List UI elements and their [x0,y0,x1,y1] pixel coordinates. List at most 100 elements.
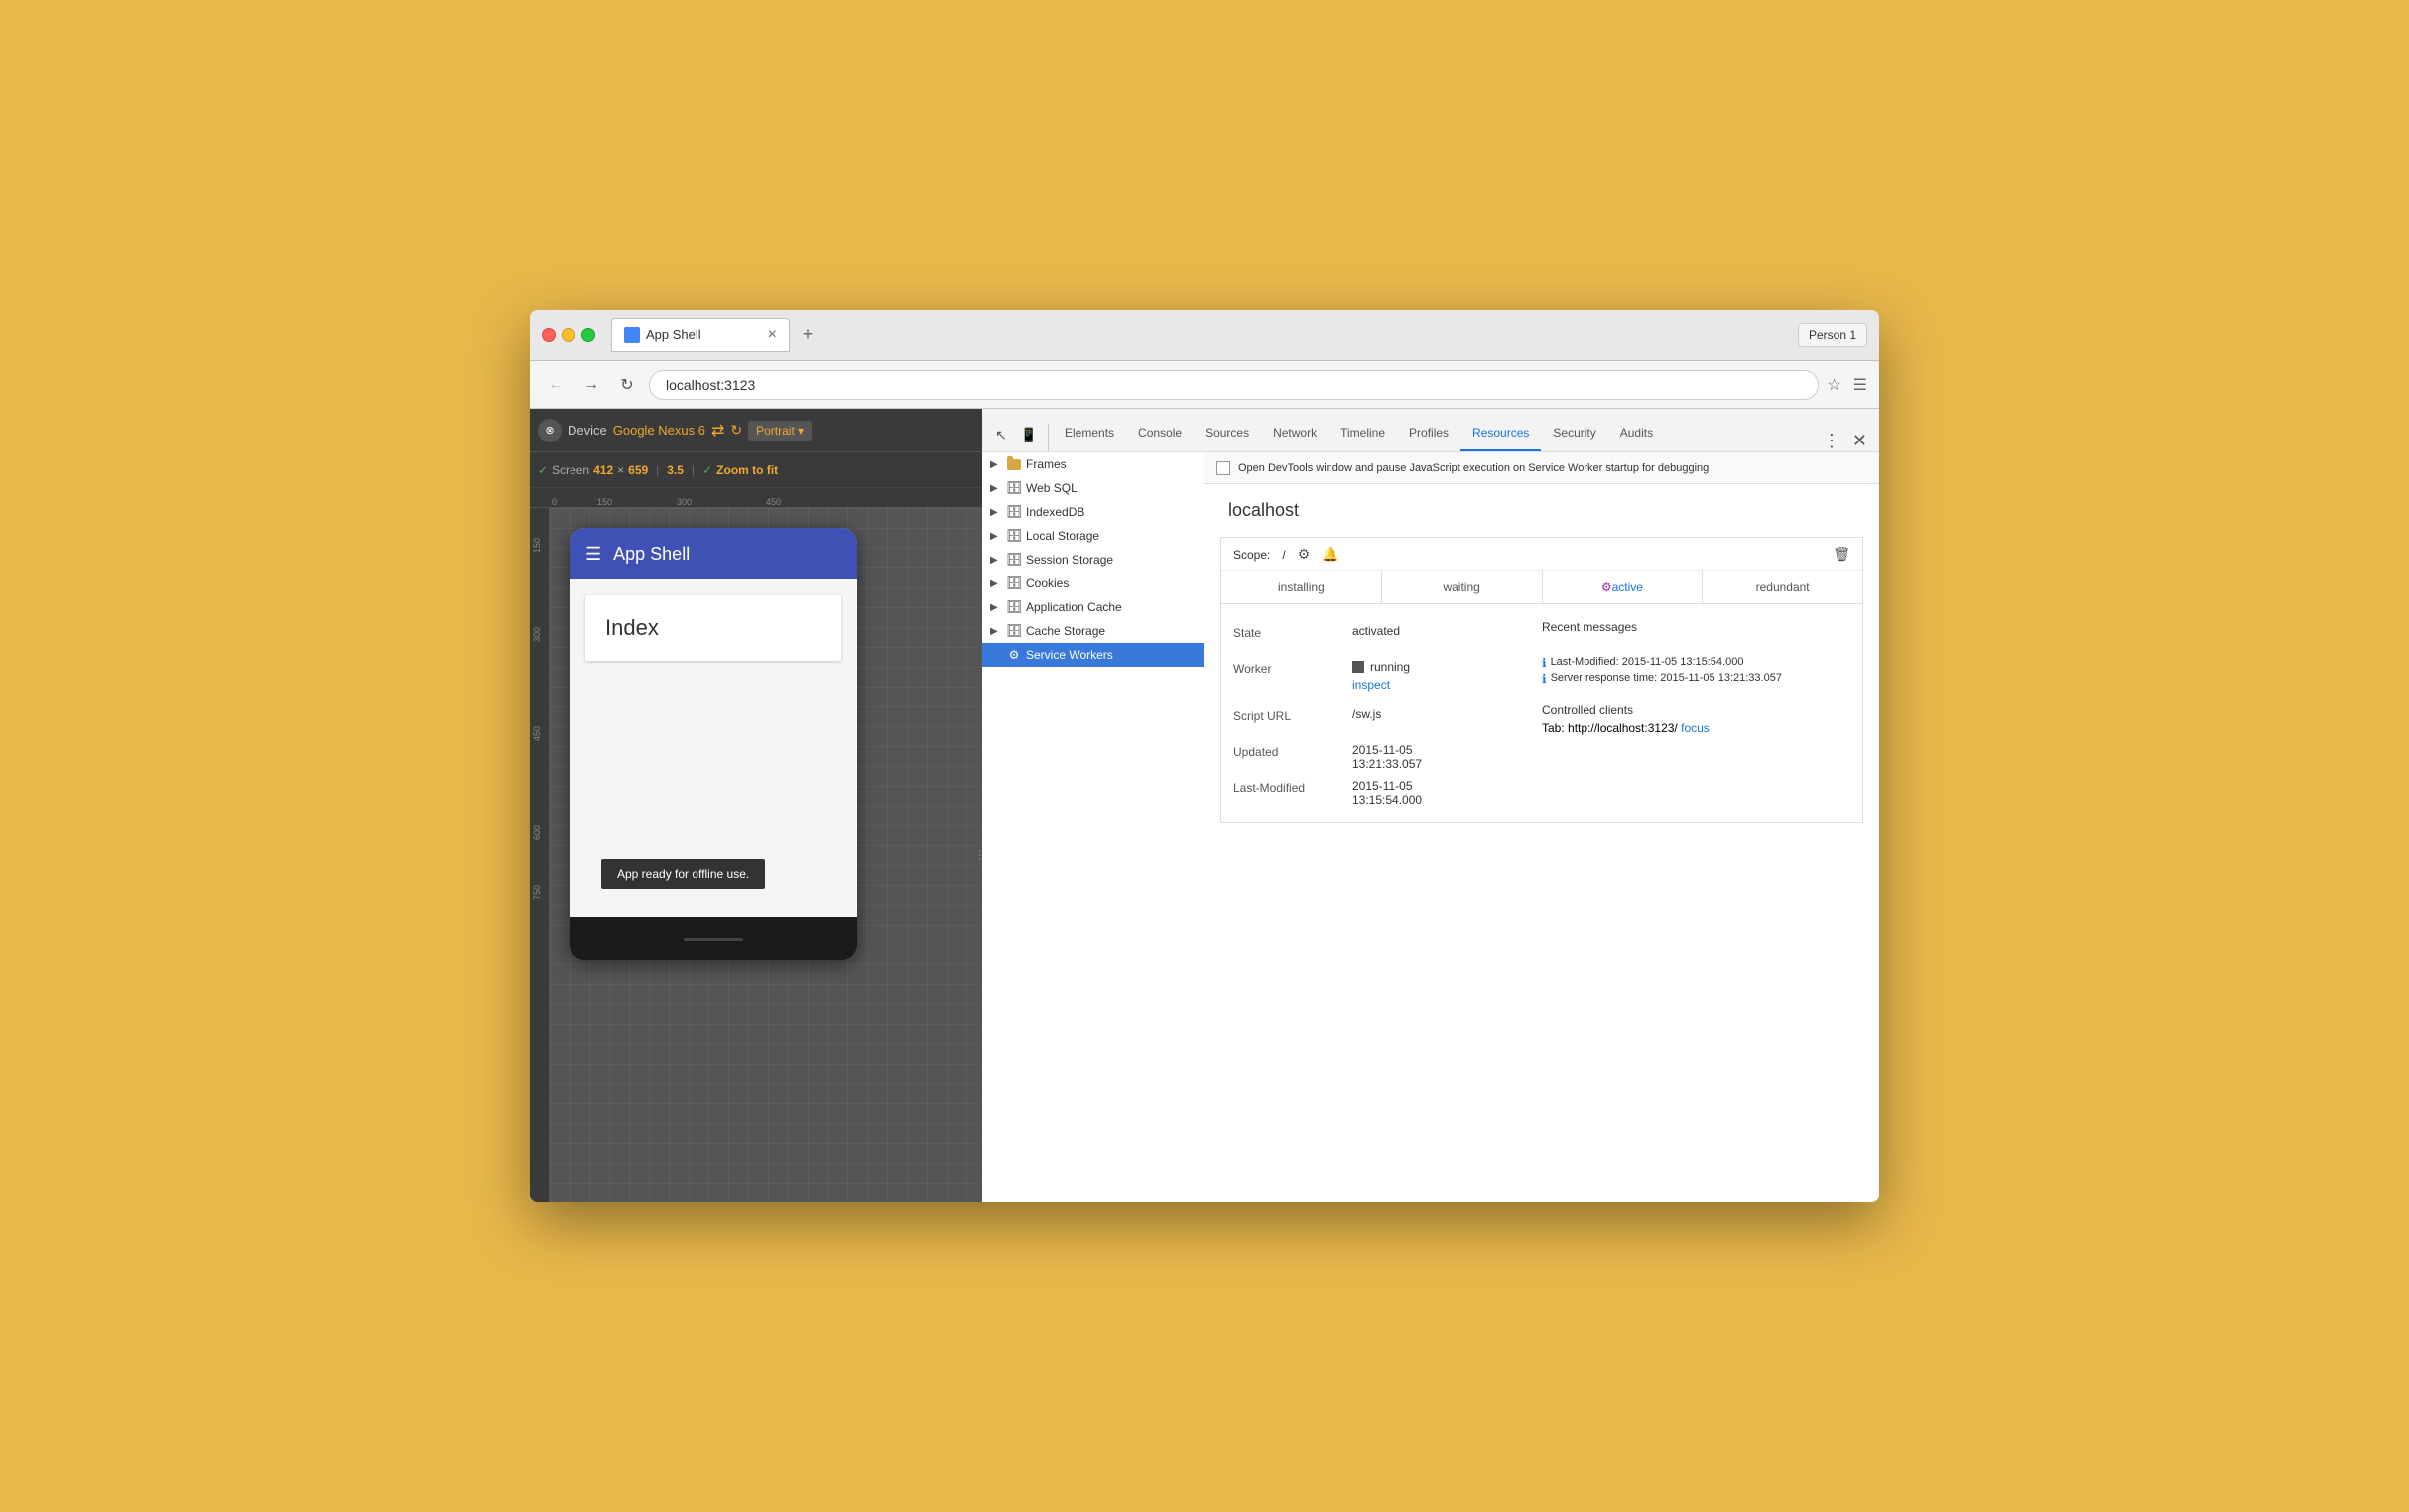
sep1: | [656,463,659,477]
tree-label-cachestorage: Cache Storage [1026,624,1105,638]
tree-arrow-sessionstorage: ▶ [990,555,1002,566]
db-icon-indexeddb: 🗄 [1006,504,1022,520]
tree-label-indexeddb: IndexedDB [1026,505,1084,519]
sw-worker-left: Worker running inspect [1233,656,1542,695]
sw-status-tab-installing[interactable]: installing [1221,571,1382,603]
sw-lastmod-value: 2015-11-0513:15:54.000 [1352,779,1850,807]
sw-inspect-link[interactable]: inspect [1352,678,1410,692]
forward-button[interactable]: → [577,371,605,399]
sw-state-detail: State activated [1233,620,1542,648]
sw-focus-link[interactable]: focus [1681,721,1710,735]
panel-resize-handle[interactable] [978,508,982,1202]
tree-item-websql[interactable]: ▶ 🗄 Web SQL [982,476,1204,500]
sw-client-row: Tab: http://localhost:3123/ focus [1542,721,1850,735]
tree-item-cookies[interactable]: ▶ 🗄 Cookies [982,571,1204,595]
tree-item-cachestorage[interactable]: ▶ 🗄 Cache Storage [982,619,1204,643]
profile-button[interactable]: Person 1 [1798,323,1867,347]
sw-status-tab-active[interactable]: ⚙ active [1543,571,1704,603]
sw-controlled-row: Script URL /sw.js Controlled clients Tab… [1233,699,1850,739]
tree-label-localstorage: Local Storage [1026,529,1099,543]
device-panel: ⊗ Device Google Nexus 6 ⇄ ↻ Portrait ▾ ✓… [530,409,982,1202]
hamburger-icon[interactable]: ☰ [585,544,601,565]
bookmark-icon[interactable]: ☆ [1827,375,1840,395]
cursor-icon[interactable]: ↖ [990,424,1012,445]
dt-more-button[interactable]: ⋮ [1815,431,1848,451]
app-title-text: App Shell [613,544,690,565]
tree-item-serviceworkers[interactable]: ⚙ Service Workers [982,643,1204,667]
sw-recent-col: Recent messages [1542,620,1850,648]
tab-profiles[interactable]: Profiles [1397,416,1460,451]
device-name[interactable]: Google Nexus 6 [613,423,705,438]
sw-status-tab-redundant[interactable]: redundant [1703,571,1862,603]
reload-button[interactable]: ↻ [613,371,641,399]
tab-resources[interactable]: Resources [1460,416,1541,451]
dt-close-button[interactable]: ✕ [1848,431,1871,451]
tree-arrow-appcache: ▶ [990,602,1002,613]
close-button[interactable] [542,328,556,342]
tab-elements[interactable]: Elements [1053,416,1126,451]
new-tab-button[interactable]: + [794,321,822,349]
sw-worker-detail: Worker running inspect [1233,656,1542,695]
tree-item-localstorage[interactable]: ▶ 🗄 Local Storage [982,524,1204,548]
sw-info-icon-1: ℹ [1542,656,1547,670]
sw-state-label: State [1233,624,1352,640]
tree-arrow-cachestorage: ▶ [990,626,1002,637]
tab-network[interactable]: Network [1261,416,1329,451]
sw-delete-icon[interactable]: 🗑 [1833,546,1850,563]
dt-icon-group: ↖ 📱 [990,424,1049,451]
devtools-tabs: ↖ 📱 Elements Console Sources Network Tim… [982,409,1879,452]
device-toolbar-icon: ⊗ [538,419,562,442]
sw-scope-label: Scope: [1233,548,1270,562]
sw-debug-checkbox[interactable] [1216,461,1230,475]
sw-message-1: ℹ Last-Modified: 2015-11-05 13:15:54.000 [1542,656,1850,670]
tab-bar: App Shell × + [611,318,1790,352]
sw-active-dot: ⚙ [1601,580,1612,594]
tree-arrow-indexeddb: ▶ [990,507,1002,518]
tab-security[interactable]: Security [1541,416,1607,451]
phone-frame: ☰ App Shell Index App ready for offline … [570,528,857,960]
sw-message-text-2: Server response time: 2015-11-05 13:21:3… [1551,672,1782,684]
phone-icon[interactable]: 📱 [1018,424,1040,445]
menu-icon[interactable]: ☰ [1853,375,1867,395]
sw-status-tabs: installing waiting ⚙ active [1221,571,1862,604]
tab-console[interactable]: Console [1126,416,1194,451]
sw-stop-button[interactable] [1352,661,1364,673]
ruler-tick-v-150: 150 [532,538,542,553]
minimize-button[interactable] [562,328,575,342]
tab-audits[interactable]: Audits [1608,416,1665,451]
tree-label-cookies: Cookies [1026,576,1069,590]
tab-timeline[interactable]: Timeline [1329,416,1397,451]
nav-icons: ☆ ☰ [1827,375,1867,395]
swap-icon[interactable]: ⇄ [711,421,724,441]
sw-debug-bar: Open DevTools window and pause JavaScrip… [1204,452,1879,484]
browser-tab[interactable]: App Shell × [611,318,790,352]
tree-item-sessionstorage[interactable]: ▶ 🗄 Session Storage [982,548,1204,571]
refresh-icon[interactable]: ↻ [730,422,742,439]
maximize-button[interactable] [581,328,595,342]
sw-icon: ⚙ [1006,647,1022,663]
sw-status-tab-waiting[interactable]: waiting [1382,571,1543,603]
back-button[interactable]: ← [542,371,570,399]
tree-item-appcache[interactable]: ▶ 🗄 Application Cache [982,595,1204,619]
sw-message-2: ℹ Server response time: 2015-11-05 13:21… [1542,672,1850,686]
traffic-lights [542,328,595,342]
sw-running-indicator: running [1352,660,1410,674]
ruler-tick-v-750: 750 [532,885,542,900]
sw-settings-icon[interactable]: ⚙ [1298,546,1311,563]
tab-label: App Shell [646,327,701,342]
tab-close-button[interactable]: × [768,326,777,344]
db-icon-cookies: 🗄 [1006,575,1022,591]
tab-sources[interactable]: Sources [1194,416,1261,451]
tree-item-frames[interactable]: ▶ Frames [982,452,1204,476]
sw-status-installing-label: installing [1278,580,1325,594]
sw-script-detail: Script URL /sw.js [1233,703,1542,731]
devtools-area: ⊗ Device Google Nexus 6 ⇄ ↻ Portrait ▾ ✓… [530,409,1879,1202]
tree-item-indexeddb[interactable]: ▶ 🗄 IndexedDB [982,500,1204,524]
resources-panel: Open DevTools window and pause JavaScrip… [1204,452,1879,1202]
sw-bell-icon[interactable]: 🔔 [1322,546,1338,563]
sw-controlled-label: Controlled clients [1542,703,1850,717]
mac-window: App Shell × + Person 1 ← → ↻ localhost:3… [530,310,1879,1202]
sw-state-col: State activated [1233,620,1542,648]
portrait-button[interactable]: Portrait ▾ [748,421,812,441]
address-bar[interactable]: localhost:3123 [649,370,1819,400]
